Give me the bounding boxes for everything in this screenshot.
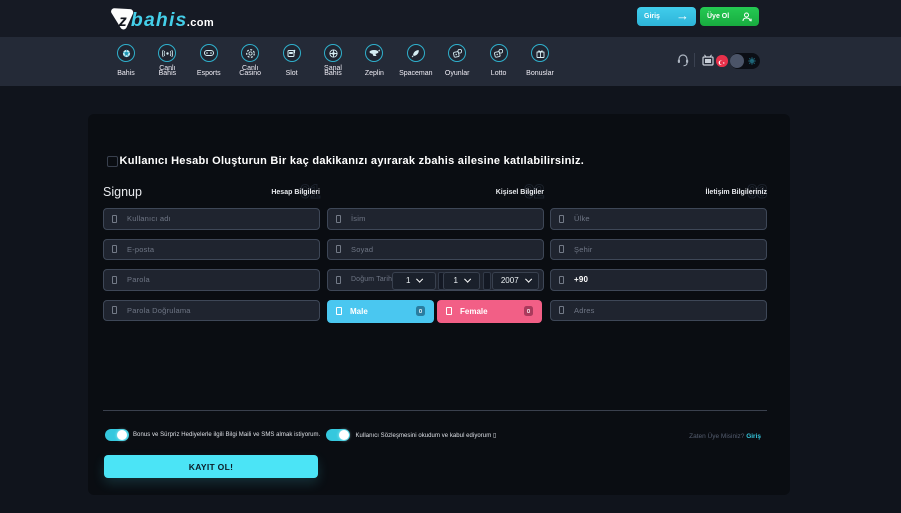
svg-text:.com: .com [187,17,214,29]
svg-text:bahis: bahis [131,9,188,31]
svg-text:z: z [118,13,127,30]
